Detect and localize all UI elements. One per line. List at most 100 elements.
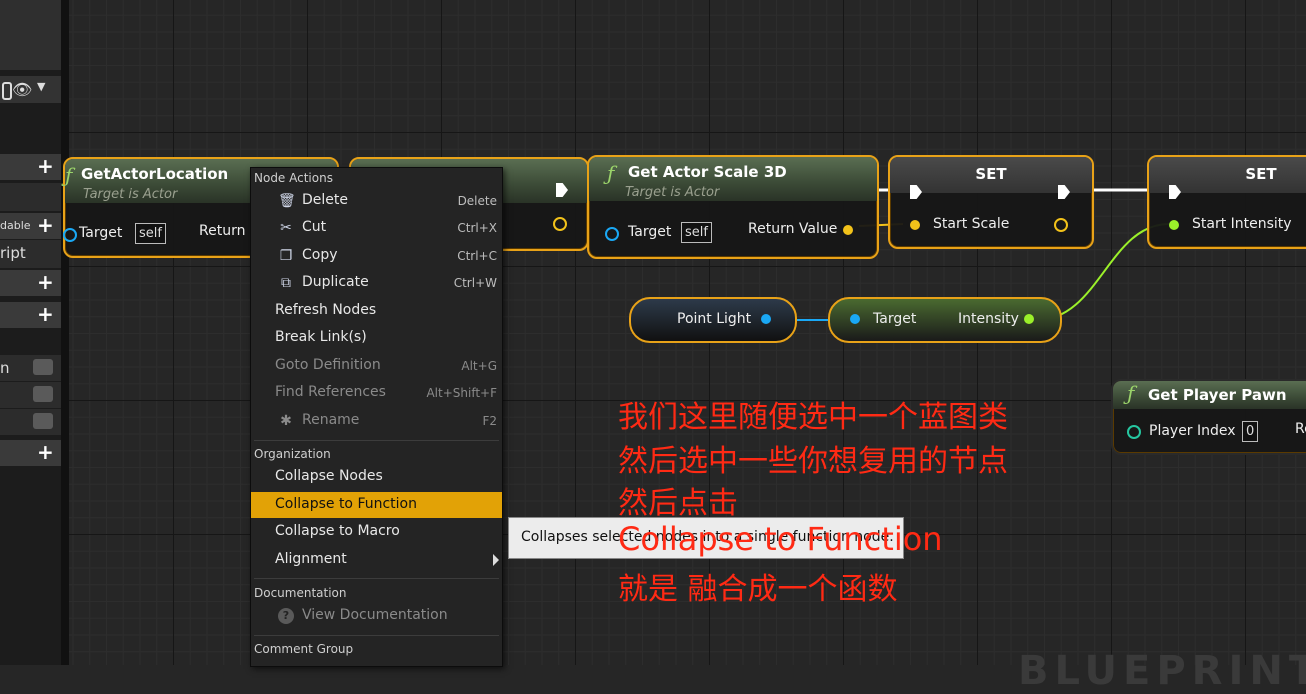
target-pin[interactable] xyxy=(63,228,77,242)
section-header: Comment Group xyxy=(254,642,354,656)
node-subtitle: Target is Actor xyxy=(625,185,720,200)
add-icon[interactable]: + xyxy=(37,215,54,235)
variable-type-icon[interactable] xyxy=(33,413,53,429)
menu-item-alignment[interactable]: Alignment xyxy=(251,547,502,573)
menu-item-label: View Documentation xyxy=(302,607,448,623)
pin-label: Return Value xyxy=(748,221,838,237)
node-header: ƒ Get Actor Scale 3D Target is Actor xyxy=(589,157,877,201)
panel-row: + xyxy=(0,440,61,466)
menu-item-collapse-to-macro[interactable]: Collapse to Macro xyxy=(251,519,502,545)
annotation-line: 然后选中一些你想复用的节点 xyxy=(618,444,1008,479)
panel-row-label: ript xyxy=(0,244,26,262)
add-icon[interactable]: + xyxy=(37,156,54,176)
menu-item-refresh-nodes[interactable]: Refresh Nodes xyxy=(251,298,502,324)
add-icon[interactable]: + xyxy=(37,442,54,462)
annotation-line: 我们这里随便选中一个蓝图类 xyxy=(618,400,1008,435)
pin-label: Target xyxy=(79,225,123,241)
panel-row: + xyxy=(0,270,61,296)
menu-separator xyxy=(254,440,499,441)
blueprint-watermark: BLUEPRINT xyxy=(1018,648,1306,694)
menu-item-duplicate[interactable]: ⧉ Duplicate Ctrl+W xyxy=(251,270,502,296)
menu-item-label: Break Link(s) xyxy=(275,329,367,345)
menu-item-collapse-nodes[interactable]: Collapse Nodes xyxy=(251,464,502,490)
chevron-down-icon[interactable]: ▼ xyxy=(37,80,45,93)
menu-item-view-documentation[interactable]: ? View Documentation xyxy=(251,603,502,629)
menu-item-shortcut: Delete xyxy=(457,194,497,208)
self-value[interactable]: self xyxy=(681,222,712,243)
variable-type-icon[interactable] xyxy=(33,359,53,375)
variable-type-icon[interactable] xyxy=(33,386,53,402)
node-title: Get Player Pawn xyxy=(1148,386,1287,404)
player-index-pin[interactable] xyxy=(1127,425,1141,439)
panel-row: + xyxy=(0,302,61,328)
menu-item-goto-definition[interactable]: Goto Definition Alt+G xyxy=(251,353,502,379)
player-index-value[interactable]: 0 xyxy=(1242,421,1259,442)
intensity-pin[interactable] xyxy=(1024,314,1034,324)
target-pin[interactable] xyxy=(605,227,619,241)
node-label: Point Light xyxy=(677,311,752,327)
menu-item-shortcut: Ctrl+X xyxy=(457,221,497,235)
output-pin[interactable] xyxy=(1054,218,1068,232)
panel-row xyxy=(0,183,61,211)
set-start-scale-node[interactable]: SET Start Scale xyxy=(888,155,1094,249)
pin-label: Re xyxy=(1295,421,1306,437)
annotation-line: 就是 融合成一个函数 xyxy=(618,572,898,607)
menu-separator xyxy=(254,578,499,579)
function-icon: ƒ xyxy=(1127,381,1135,405)
panel-row-label: dable xyxy=(0,219,31,232)
get-actor-scale-node[interactable]: ƒ Get Actor Scale 3D Target is Actor Tar… xyxy=(587,155,879,259)
start-intensity-pin[interactable] xyxy=(1169,220,1179,230)
menu-item-rename[interactable]: ✱ Rename F2 xyxy=(251,408,502,434)
annotation-line: Collapse to Function xyxy=(618,520,943,558)
cut-icon: ✂ xyxy=(280,220,292,236)
menu-item-shortcut: F2 xyxy=(482,414,497,428)
menu-item-break-links[interactable]: Break Link(s) xyxy=(251,325,502,351)
section-header: Organization xyxy=(254,447,331,461)
menu-item-label: Delete xyxy=(302,192,348,208)
panel-row: n xyxy=(0,355,61,381)
menu-item-delete[interactable]: 🗑 Delete Delete xyxy=(251,188,502,214)
return-value-pin[interactable] xyxy=(843,225,853,235)
add-icon[interactable]: + xyxy=(37,304,54,324)
set-start-intensity-node[interactable]: SET Start Intensity xyxy=(1147,155,1306,249)
menu-item-label: Collapse to Function xyxy=(275,496,417,512)
pin-label: Target xyxy=(628,224,672,240)
pin-label: Player Index xyxy=(1149,423,1236,439)
panel-toolbar: 👁 ▼ xyxy=(0,76,61,103)
return-pin[interactable] xyxy=(553,217,567,231)
section-header: Node Actions xyxy=(254,171,333,185)
function-icon: ƒ xyxy=(65,163,73,187)
panel-row: dable + xyxy=(0,213,61,239)
menu-item-shortcut: Ctrl+W xyxy=(453,276,497,290)
panel-splitter[interactable] xyxy=(61,0,69,665)
target-pin[interactable] xyxy=(850,314,860,324)
menu-item-label: Rename xyxy=(302,412,360,428)
annotation-line: 然后点击 xyxy=(618,486,738,521)
panel-row: + xyxy=(0,154,61,180)
menu-item-copy[interactable]: ❐ Copy Ctrl+C xyxy=(251,243,502,269)
menu-item-label: Copy xyxy=(302,247,338,263)
panel-row xyxy=(0,409,61,435)
add-icon[interactable]: + xyxy=(37,272,54,292)
intensity-getter-node[interactable]: Target Intensity xyxy=(828,297,1062,343)
start-scale-pin[interactable] xyxy=(910,220,920,230)
menu-item-label: Collapse Nodes xyxy=(275,468,383,484)
menu-item-label: Alignment xyxy=(275,551,347,567)
self-value[interactable]: self xyxy=(135,223,166,244)
node-title: SET xyxy=(975,165,1007,183)
menu-item-label: Cut xyxy=(302,219,327,235)
visibility-toggle-icon[interactable] xyxy=(2,82,12,100)
point-light-node[interactable]: Point Light xyxy=(629,297,797,343)
menu-item-cut[interactable]: ✂ Cut Ctrl+X xyxy=(251,215,502,241)
node-title: Get Actor Scale 3D xyxy=(628,163,787,181)
pin-label: Target xyxy=(873,311,917,327)
node-title: SET xyxy=(1245,165,1277,183)
eye-icon[interactable]: 👁 xyxy=(12,80,32,99)
get-player-pawn-node[interactable]: ƒ Get Player Pawn Player Index 0 Re xyxy=(1111,379,1306,455)
menu-item-find-references[interactable]: Find References Alt+Shift+F xyxy=(251,380,502,406)
panel-row-label: n xyxy=(0,359,10,377)
menu-item-collapse-to-function[interactable]: Collapse to Function xyxy=(251,492,502,518)
delete-icon: 🗑 xyxy=(278,193,296,209)
point-light-pin[interactable] xyxy=(761,314,771,324)
rename-icon: ✱ xyxy=(280,413,292,429)
